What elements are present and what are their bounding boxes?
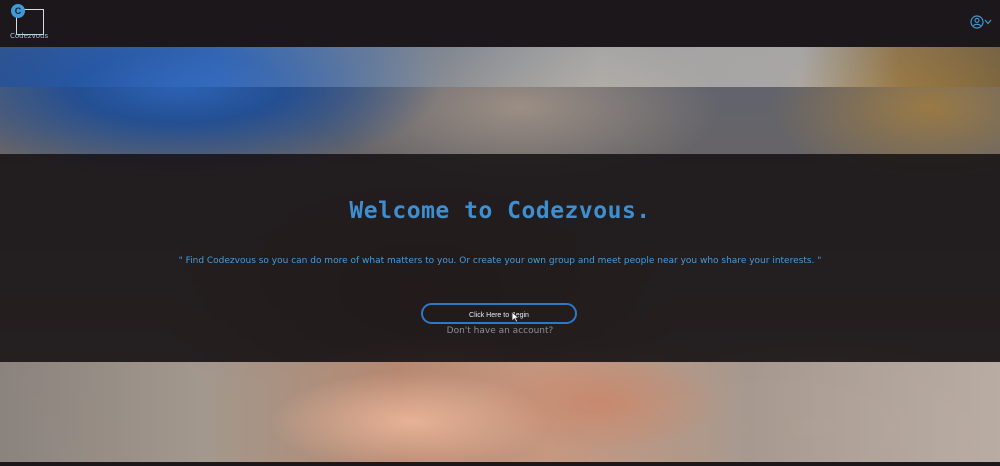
hero-image-top [0, 47, 1000, 87]
logo-badge: C [11, 4, 25, 18]
user-circle-icon [970, 15, 992, 29]
hero-title: Welcome to Codezvous. [349, 198, 651, 224]
mouse-cursor-icon [511, 311, 521, 323]
hero-subtitle: " Find Codezvous so you can do more of w… [178, 256, 822, 266]
bottom-bar [0, 462, 1000, 466]
chevron-down-icon [984, 19, 992, 25]
landing-page: C Codezvous Welcome to Codezvous. " Find… [0, 0, 1000, 466]
hero-image-bottom [0, 362, 1000, 466]
logo[interactable]: C Codezvous [8, 4, 48, 42]
begin-button[interactable]: Click Here to Begin [421, 303, 577, 324]
logo-text: Codezvous [10, 32, 49, 40]
user-menu-button[interactable] [970, 14, 992, 30]
signup-link[interactable]: Don't have an account? [0, 326, 1000, 336]
navbar: C Codezvous [0, 0, 1000, 47]
